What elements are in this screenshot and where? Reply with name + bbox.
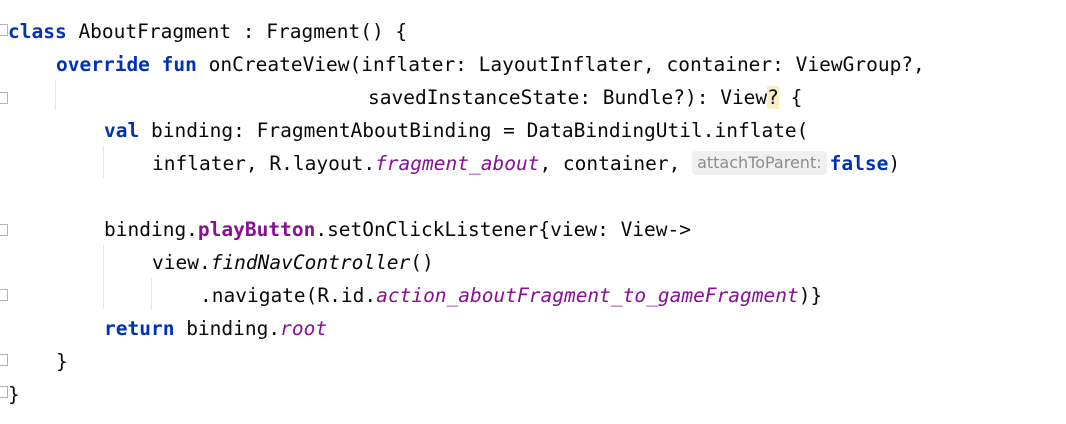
code-line[interactable]: view.findNavController() bbox=[152, 246, 434, 279]
code-text: binding. bbox=[174, 317, 281, 340]
indent-guide bbox=[103, 146, 104, 178]
highlighted-nullable: ? bbox=[767, 86, 779, 109]
code-text: .setOnClickListener{view: View-> bbox=[315, 218, 692, 241]
code-line[interactable]: val binding: FragmentAboutBinding = Data… bbox=[104, 114, 808, 147]
code-line[interactable]: class AboutFragment : Fragment() { bbox=[8, 15, 407, 48]
property: playButton bbox=[197, 218, 316, 241]
code-line[interactable]: } bbox=[56, 345, 68, 378]
code-text: ) bbox=[888, 152, 901, 175]
code-editor[interactable]: class AboutFragment : Fragment() { overr… bbox=[0, 0, 1066, 424]
fold-icon[interactable] bbox=[0, 24, 8, 36]
code-line[interactable]: return binding.root bbox=[104, 312, 327, 345]
code-text: , container, bbox=[539, 152, 693, 175]
parameter-hint: attachToParent: bbox=[692, 151, 827, 175]
code-text: view. bbox=[152, 251, 211, 274]
fold-icon[interactable] bbox=[0, 386, 8, 398]
indent-guide bbox=[55, 80, 56, 110]
keyword: class bbox=[8, 20, 67, 43]
code-text: } bbox=[56, 350, 68, 373]
property: root bbox=[280, 317, 328, 340]
code-text: inflater, R.layout. bbox=[152, 152, 376, 175]
keyword: false bbox=[829, 152, 889, 175]
code-text: binding: FragmentAboutBinding = DataBind… bbox=[139, 119, 809, 142]
code-text: () bbox=[410, 251, 434, 274]
code-line[interactable]: binding.playButton.setOnClickListener{vi… bbox=[104, 213, 691, 246]
code-line[interactable]: .navigate(R.id.action_aboutFragment_to_g… bbox=[200, 279, 822, 312]
fold-icon[interactable] bbox=[0, 289, 8, 301]
code-text: binding. bbox=[104, 218, 198, 241]
code-text: { bbox=[778, 86, 803, 109]
code-line[interactable]: override fun onCreateView(inflater: Layo… bbox=[56, 48, 925, 81]
indent-guide bbox=[151, 278, 152, 310]
code-text: .navigate(R.id. bbox=[200, 284, 377, 307]
code-text: AboutFragment : Fragment() { bbox=[66, 20, 408, 43]
fold-icon[interactable] bbox=[0, 92, 8, 104]
code-text: savedInstanceState: Bundle?): View bbox=[368, 86, 768, 109]
code-text: } bbox=[8, 383, 20, 406]
extension-function: findNavController bbox=[210, 251, 411, 274]
keyword: fun bbox=[161, 53, 197, 76]
indent-guide bbox=[103, 245, 104, 309]
code-line[interactable]: savedInstanceState: Bundle?): View? { bbox=[368, 81, 802, 114]
keyword: return bbox=[104, 317, 175, 340]
keyword: override bbox=[56, 53, 150, 76]
code-text: onCreateView(inflater: LayoutInflater, c… bbox=[196, 53, 925, 76]
fold-icon[interactable] bbox=[0, 224, 8, 236]
resource-ref: fragment_about bbox=[375, 152, 540, 175]
keyword: val bbox=[104, 119, 140, 142]
resource-ref: action_aboutFragment_to_gameFragment bbox=[376, 284, 799, 307]
code-text: )} bbox=[798, 284, 823, 307]
code-line[interactable]: } bbox=[8, 378, 20, 411]
code-line[interactable]: inflater, R.layout.fragment_about, conta… bbox=[152, 147, 900, 180]
fold-icon[interactable] bbox=[0, 354, 8, 366]
